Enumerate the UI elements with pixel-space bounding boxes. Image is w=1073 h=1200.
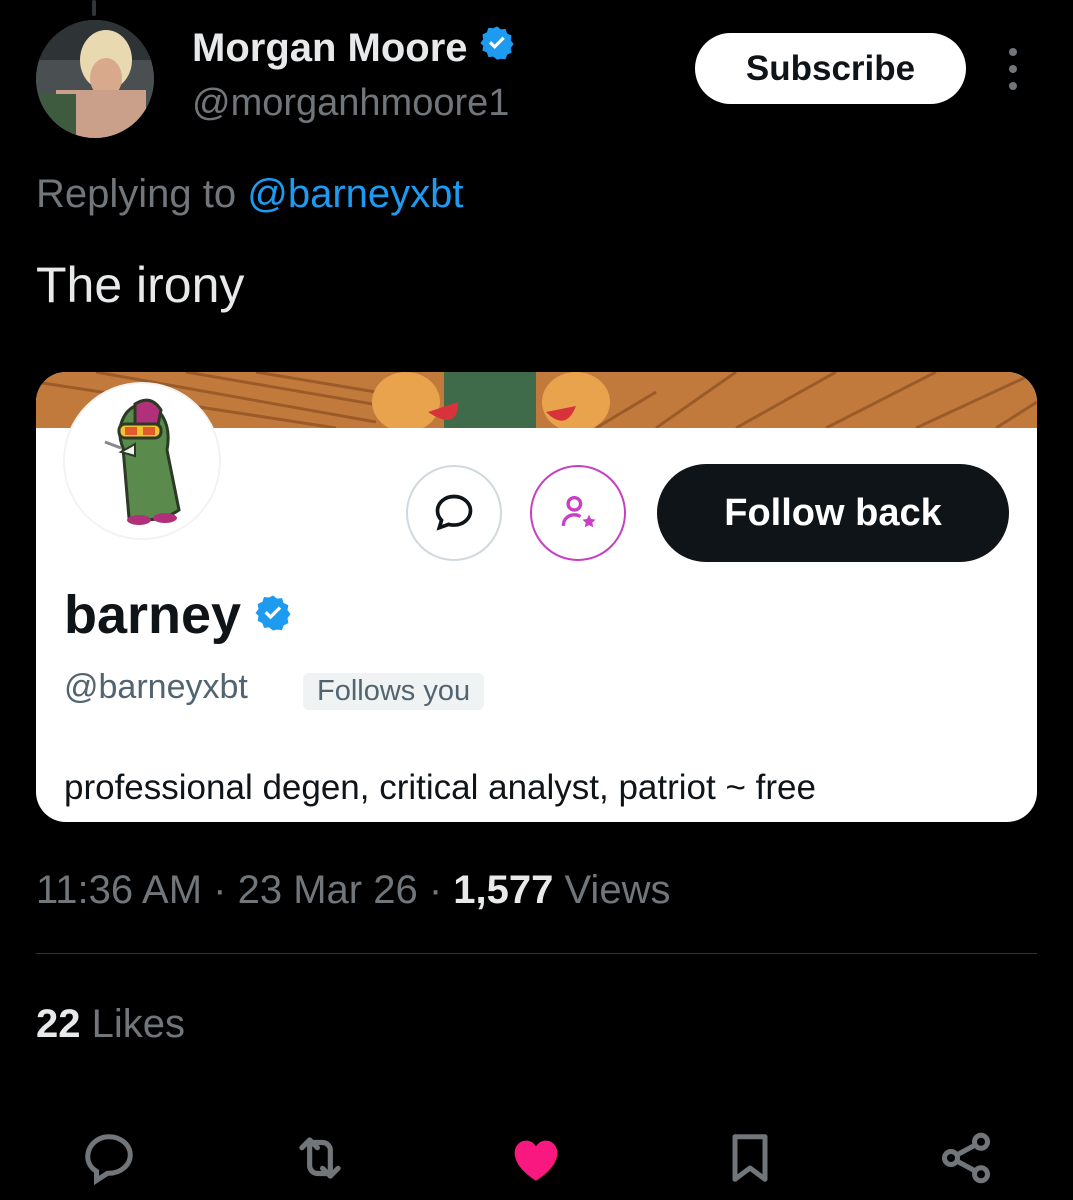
author-display-name[interactable]: Morgan Moore bbox=[192, 24, 516, 72]
likes-label: Likes bbox=[80, 1002, 185, 1046]
replying-prefix: Replying to bbox=[36, 172, 248, 216]
author-avatar[interactable] bbox=[36, 20, 154, 138]
verified-badge-icon bbox=[478, 24, 516, 72]
tweet-meta: 11:36 AM · 23 Mar 26 · 1,577 Views bbox=[36, 868, 670, 913]
thread-line bbox=[92, 0, 96, 16]
embedded-image[interactable]: Follow back barney @barneyxbt Follows yo… bbox=[36, 372, 1037, 822]
follows-you-badge: Follows you bbox=[303, 673, 485, 710]
author-name-text[interactable]: Morgan Moore bbox=[192, 26, 468, 71]
likes-stat[interactable]: 22 Likes bbox=[36, 1002, 185, 1047]
person-star-icon[interactable] bbox=[530, 465, 626, 561]
share-icon[interactable] bbox=[934, 1126, 998, 1190]
card-bio: professional degen, critical analyst, pa… bbox=[64, 768, 816, 807]
divider bbox=[36, 953, 1037, 954]
follow-back-button[interactable]: Follow back bbox=[657, 464, 1009, 562]
likes-count: 22 bbox=[36, 1002, 81, 1046]
card-handle: @barneyxbt bbox=[64, 668, 248, 706]
views-count: 1,577 bbox=[453, 868, 554, 912]
author-handle[interactable]: @morganhmoore1 bbox=[192, 82, 509, 125]
meta-separator: · bbox=[202, 868, 238, 912]
tweet-time[interactable]: 11:36 AM bbox=[36, 868, 202, 912]
replying-to: Replying to @barneyxbt bbox=[36, 172, 464, 217]
retweet-icon[interactable] bbox=[288, 1126, 352, 1190]
subscribe-button[interactable]: Subscribe bbox=[695, 33, 966, 104]
more-icon[interactable] bbox=[996, 44, 1030, 94]
message-icon[interactable] bbox=[406, 465, 502, 561]
bookmark-icon[interactable] bbox=[718, 1126, 782, 1190]
card-display-name: barney bbox=[64, 584, 293, 646]
reply-icon[interactable] bbox=[77, 1126, 141, 1190]
card-name-text: barney bbox=[64, 585, 242, 645]
verified-badge-icon bbox=[253, 584, 293, 646]
views-label: Views bbox=[553, 868, 671, 912]
tweet-date[interactable]: 23 Mar 26 bbox=[238, 868, 418, 912]
tweet-text: The irony bbox=[36, 257, 245, 313]
like-icon[interactable] bbox=[504, 1126, 568, 1190]
reply-target-link[interactable]: @barneyxbt bbox=[247, 172, 463, 216]
meta-separator: · bbox=[417, 868, 454, 912]
card-avatar[interactable] bbox=[63, 382, 221, 540]
